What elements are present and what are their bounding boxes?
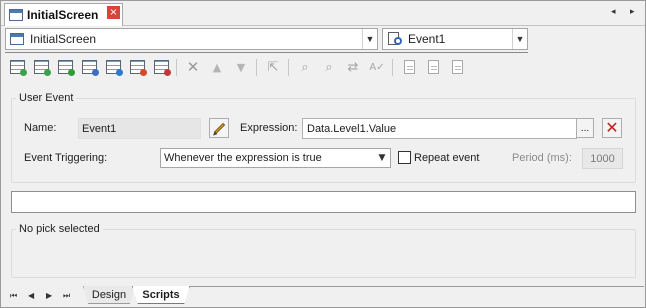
event-triggering-value: Whenever the expression is true: [164, 152, 322, 164]
event-triggering-label: Event Triggering:: [24, 152, 108, 164]
tab-scroll-left-icon[interactable]: ◂: [611, 7, 616, 17]
first-tab-icon[interactable]: ⏮: [10, 291, 17, 301]
pencil-icon: [213, 122, 225, 134]
doc-3-icon[interactable]: [448, 58, 466, 76]
toolbar-separator: [392, 59, 393, 76]
move-up-icon[interactable]: ▲: [208, 58, 226, 76]
print-event-icon[interactable]: [152, 58, 171, 76]
toolbar-divider: [5, 52, 528, 53]
name-field[interactable]: Event1: [78, 118, 201, 139]
script-editor-window: InitialScreen × ◂ ▸ InitialScreen ▼ Even…: [0, 0, 646, 308]
toolbar-separator: [288, 59, 289, 76]
tab-scroll-right-icon[interactable]: ▸: [630, 7, 635, 17]
download-event-icon[interactable]: [104, 58, 123, 76]
linked-event-icon[interactable]: [128, 58, 147, 76]
pick-group: [11, 229, 636, 278]
pick-group-title: No pick selected: [16, 223, 103, 235]
script-input[interactable]: [11, 191, 636, 213]
period-label: Period (ms):: [512, 152, 572, 164]
new-event-4-icon[interactable]: [80, 58, 99, 76]
expression-browse-button[interactable]: ...: [576, 118, 594, 138]
new-event-2-icon[interactable]: [32, 58, 51, 76]
repeat-event-checkbox[interactable]: [398, 151, 411, 164]
chevron-down-icon[interactable]: ▼: [362, 29, 377, 49]
doc-1-icon[interactable]: [400, 58, 418, 76]
event-icon: [387, 32, 403, 46]
screen-icon: [10, 33, 24, 45]
find-next-icon[interactable]: ⌕: [320, 58, 338, 76]
document-tab-strip: InitialScreen × ◂ ▸: [1, 1, 645, 26]
tab-scripts[interactable]: Scripts: [132, 286, 190, 304]
tab-design[interactable]: Design: [83, 286, 135, 304]
close-tab-icon[interactable]: ×: [107, 6, 120, 19]
last-tab-icon[interactable]: ⏭: [63, 291, 70, 301]
toolbar-separator: [176, 59, 177, 76]
name-label: Name:: [24, 122, 57, 134]
user-event-group: [11, 98, 636, 183]
screen-selector[interactable]: InitialScreen ▼: [5, 28, 378, 50]
find-icon[interactable]: ⌕: [296, 58, 314, 76]
move-down-icon[interactable]: ▼: [232, 58, 250, 76]
event-selector[interactable]: Event1 ▼: [382, 28, 528, 50]
new-event-icon[interactable]: [8, 58, 27, 76]
user-event-title: User Event: [16, 92, 77, 104]
period-field[interactable]: 1000: [582, 148, 623, 169]
toolbar-separator: [256, 59, 257, 76]
repeat-event-label: Repeat event: [414, 152, 480, 164]
expression-label: Expression:: [240, 122, 298, 134]
screen-icon: [9, 9, 23, 21]
chevron-down-icon[interactable]: ▼: [512, 29, 527, 49]
toolbar: ✕ ▲ ▼ ⇱ ⌕ ⌕ ⇄ A✓: [4, 56, 524, 80]
document-tab[interactable]: InitialScreen: [4, 3, 123, 26]
doc-2-icon[interactable]: [424, 58, 442, 76]
sheet-tab-bar: ⏮ ◀ ▶ ⏭ Design Scripts: [1, 286, 645, 307]
rename-button[interactable]: [209, 118, 229, 138]
cursor-select-icon[interactable]: ⇱: [264, 58, 282, 76]
event-triggering-select[interactable]: Whenever the expression is true ▼: [160, 148, 391, 168]
screen-selector-value: InitialScreen: [30, 32, 97, 46]
document-tab-title: InitialScreen: [27, 8, 99, 22]
prev-tab-icon[interactable]: ◀: [28, 291, 34, 300]
chevron-down-icon: ▼: [378, 153, 386, 163]
delete-expression-button[interactable]: ✕: [602, 118, 622, 138]
delete-icon: ✕: [605, 118, 619, 137]
spell-check-icon[interactable]: A✓: [368, 58, 386, 76]
new-event-3-icon[interactable]: [56, 58, 75, 76]
delete-icon[interactable]: ✕: [184, 58, 202, 76]
replace-icon[interactable]: ⇄: [344, 58, 362, 76]
tab-bar-line: [190, 286, 644, 287]
next-tab-icon[interactable]: ▶: [46, 291, 52, 300]
expression-field[interactable]: Data.Level1.Value: [302, 118, 577, 139]
event-selector-value: Event1: [408, 32, 446, 46]
